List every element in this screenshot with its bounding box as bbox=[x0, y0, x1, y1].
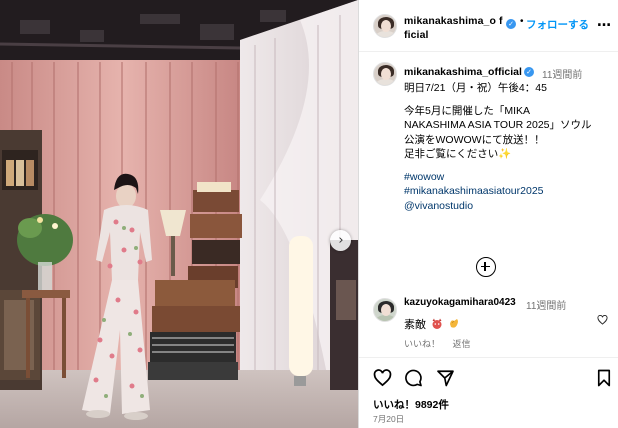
comment-timestamp[interactable]: 11週間前 bbox=[526, 297, 566, 312]
verified-badge-icon: ✓ bbox=[506, 19, 516, 29]
caption-username[interactable]: mikanakashima_official bbox=[404, 66, 522, 78]
caption-text: 明日7/21（月・祝）午後4：45 今年5月に開催した「MIKA NAKASHI… bbox=[404, 81, 609, 213]
commenter-username[interactable]: kazuyokagamihara0423 bbox=[404, 297, 516, 308]
caption-line: 足非ご覧にください✨ bbox=[404, 148, 512, 160]
post-date[interactable]: 7月20日 bbox=[373, 413, 404, 425]
heart-icon[interactable] bbox=[373, 369, 392, 387]
carousel-next-button[interactable]: › bbox=[330, 230, 351, 251]
share-icon[interactable] bbox=[436, 369, 455, 387]
post-header: mikanakashima_o fficial ✓ • フォローする … bbox=[359, 0, 618, 52]
comment-reply-button[interactable]: 返信 bbox=[453, 339, 471, 349]
comment-text: 素敵 bbox=[404, 316, 460, 332]
follow-button[interactable]: フォローする bbox=[526, 17, 589, 32]
post-comments-area[interactable]: mikanakashima_official ✓ 11週間前 明日7/21（月・… bbox=[359, 53, 618, 355]
load-more-comments-button[interactable] bbox=[476, 257, 496, 277]
comment-icon[interactable] bbox=[404, 369, 423, 387]
mention-link[interactable]: @vivanostudio bbox=[404, 199, 609, 214]
separator-dot: • bbox=[520, 16, 524, 27]
comment-actions: いいね！ 返信 bbox=[404, 337, 481, 350]
more-options-icon[interactable]: … bbox=[597, 14, 612, 30]
caption-line: 公演をWOWOWにて放送！！ bbox=[404, 133, 545, 146]
hashtag-link[interactable]: #wowow bbox=[404, 170, 609, 185]
caption-author-avatar[interactable] bbox=[373, 62, 397, 86]
devil-emoji-icon bbox=[432, 318, 442, 329]
comment-body: 素敵 bbox=[404, 319, 426, 331]
verified-badge-icon: ✓ bbox=[524, 67, 534, 77]
caption-line: 明日7/21（月・祝）午後4：45 bbox=[404, 82, 547, 94]
author-avatar[interactable] bbox=[373, 14, 397, 38]
caption-line bbox=[404, 96, 609, 104]
caption-line: 今年5月に開催した「MIKA bbox=[404, 104, 531, 117]
hashtag-link[interactable]: #mikanakashimaasiatour2025 bbox=[404, 184, 609, 199]
caption-line: NAKASHIMA ASIA TOUR 2025」ソウル bbox=[404, 119, 592, 131]
post-image: › bbox=[0, 0, 358, 428]
likes-count[interactable]: いいね！9892件 bbox=[373, 397, 449, 412]
author-username[interactable]: mikanakashima_o fficial bbox=[404, 14, 504, 42]
bookmark-icon[interactable] bbox=[596, 369, 612, 387]
caption-timestamp[interactable]: 11週間前 bbox=[542, 66, 582, 81]
caption-line bbox=[404, 162, 609, 170]
post-side-panel: mikanakashima_o fficial ✓ • フォローする … mik… bbox=[358, 0, 618, 428]
commenter-avatar[interactable] bbox=[373, 298, 397, 322]
comment-like-button[interactable]: いいね！ bbox=[404, 339, 440, 349]
post-actions-footer: いいね！9892件 7月20日 bbox=[359, 357, 618, 428]
clap-emoji-icon bbox=[450, 319, 459, 328]
chevron-right-icon: › bbox=[338, 233, 344, 248]
comment-heart-icon[interactable] bbox=[597, 315, 608, 325]
